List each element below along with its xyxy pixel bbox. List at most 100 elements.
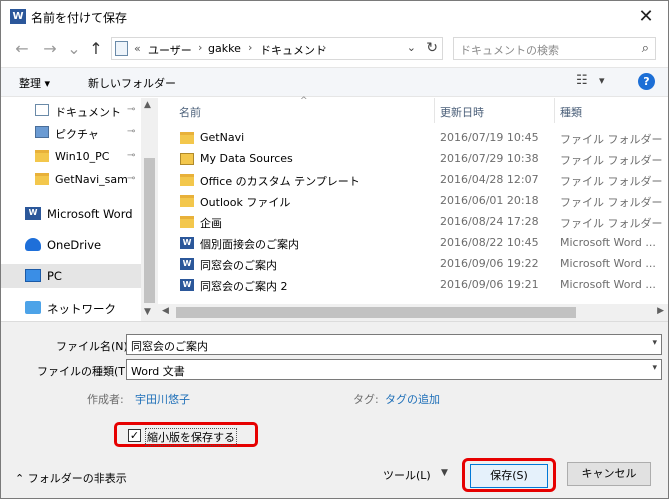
save-as-dialog: W 名前を付けて保存 ✕ ← → ⌄ ↑ « ユーザー › gakke › ドキ… <box>0 0 669 499</box>
nav-item-documents[interactable]: ドキュメント ⊸ <box>1 100 141 122</box>
new-folder-button[interactable]: 新しいフォルダー <box>88 75 176 91</box>
organize-button[interactable]: 整理 ▾ <box>19 75 50 91</box>
word-doc-icon: W <box>180 237 194 249</box>
address-chevron[interactable]: › <box>248 41 252 54</box>
address-bar[interactable]: « ユーザー › gakke › ドキュメント › ⌄ ↻ <box>111 37 443 60</box>
picture-icon <box>35 126 49 138</box>
address-segment-users[interactable]: ユーザー <box>148 42 192 58</box>
cancel-button[interactable]: キャンセル <box>567 462 651 486</box>
up-button[interactable]: ↑ <box>87 40 105 58</box>
filename-input[interactable]: 同窓会のご案内 ▾ <box>126 334 662 355</box>
file-row[interactable]: GetNavi 2016/07/19 10:45 ファイル フォルダー <box>158 128 668 149</box>
file-name: 個別面接会のご案内 <box>200 238 299 251</box>
scroll-thumb[interactable] <box>176 307 576 318</box>
file-type: ファイル フォルダー <box>560 154 663 167</box>
nav-item-pictures[interactable]: ピクチャ ⊸ <box>1 122 141 144</box>
view-dropdown-icon[interactable]: ▾ <box>599 74 605 87</box>
pin-icon: ⊸ <box>127 173 136 184</box>
back-button[interactable]: ← <box>13 40 31 58</box>
author-value[interactable]: 宇田川悠子 <box>135 391 190 407</box>
address-dropdown-icon[interactable]: ⌄ <box>407 41 416 54</box>
file-date: 2016/04/28 12:07 <box>440 173 539 186</box>
scroll-left-arrow-icon[interactable]: ◀ <box>162 306 169 316</box>
file-type: ファイル フォルダー <box>560 133 663 146</box>
help-icon[interactable]: ? <box>638 73 655 90</box>
file-date: 2016/06/01 20:18 <box>440 194 539 207</box>
scroll-thumb[interactable] <box>144 158 155 303</box>
folder-icon <box>35 150 49 162</box>
file-date: 2016/09/06 19:21 <box>440 278 539 291</box>
save-options-panel: ファイル名(N): 同窓会のご案内 ▾ ファイルの種類(T): Word 文書 … <box>1 321 668 498</box>
file-row[interactable]: W 同窓会のご案内 2016/09/06 19:22 Microsoft Wor… <box>158 254 668 275</box>
file-row[interactable]: Outlook ファイル 2016/06/01 20:18 ファイル フォルダー <box>158 191 668 212</box>
file-row[interactable]: 企画 2016/08/24 17:28 ファイル フォルダー <box>158 212 668 233</box>
save-thumbnail-highlight: ✓ 縮小版を保存する <box>114 422 258 447</box>
address-chevron[interactable]: › <box>322 41 326 54</box>
address-segment-documents[interactable]: ドキュメント <box>260 42 326 58</box>
file-date: 2016/08/24 17:28 <box>440 215 539 228</box>
address-segment-gakke[interactable]: gakke <box>208 42 241 55</box>
nav-pane-scrollbar[interactable]: ▲ ▼ <box>141 98 158 321</box>
filetype-value: Word 文書 <box>131 365 185 378</box>
recent-locations-button[interactable]: ⌄ <box>65 40 83 58</box>
save-thumbnail-label[interactable]: 縮小版を保存する <box>145 428 237 446</box>
nav-item-label: OneDrive <box>47 238 102 252</box>
scroll-right-arrow-icon[interactable]: ▶ <box>657 306 664 316</box>
column-header-date[interactable]: 更新日時 <box>440 104 484 129</box>
file-row[interactable]: Office のカスタム テンプレート 2016/04/28 12:07 ファイ… <box>158 170 668 191</box>
tools-dropdown-icon[interactable]: ▼ <box>441 468 448 478</box>
nav-item-label: ピクチャ <box>55 128 99 141</box>
file-name: 同窓会のご案内 2 <box>200 280 288 293</box>
file-row[interactable]: My Data Sources 2016/07/29 10:38 ファイル フォ… <box>158 149 668 170</box>
navigation-pane: ドキュメント ⊸ ピクチャ ⊸ Win10_PC ⊸ GetNavi_sampl… <box>1 98 158 321</box>
nav-item-getnavi-sample[interactable]: GetNavi_sample ⊸ <box>1 169 141 191</box>
search-icon[interactable]: ⌕ <box>642 41 649 56</box>
nav-item-microsoft-word[interactable]: W Microsoft Word <box>1 202 141 226</box>
command-bar: 整理 ▾ 新しいフォルダー ☷ ▾ ? <box>1 67 668 97</box>
documents-location-icon <box>115 41 128 56</box>
nav-item-network[interactable]: ネットワーク <box>1 296 141 320</box>
author-label: 作成者: <box>87 393 124 406</box>
word-app-icon: W <box>10 9 26 24</box>
chevron-down-icon[interactable]: ▾ <box>652 338 657 348</box>
forward-button[interactable]: → <box>41 40 59 58</box>
column-divider[interactable] <box>434 98 435 123</box>
nav-item-onedrive[interactable]: OneDrive <box>1 233 141 257</box>
folder-icon <box>35 173 49 185</box>
nav-item-label: ドキュメント <box>55 106 121 119</box>
pin-icon: ⊸ <box>127 126 136 137</box>
file-list-horizontal-scrollbar[interactable]: ◀ ▶ <box>158 304 668 321</box>
chevron-down-icon[interactable]: ▾ <box>652 363 657 373</box>
nav-item-label: GetNavi_sample <box>55 173 127 186</box>
address-overflow[interactable]: « <box>134 42 141 55</box>
close-button[interactable]: ✕ <box>634 5 658 29</box>
save-button[interactable]: 保存(S) <box>470 464 548 488</box>
view-options-icon[interactable]: ☷ <box>576 73 588 88</box>
word-doc-icon: W <box>180 279 194 291</box>
address-chevron[interactable]: › <box>198 41 202 54</box>
tools-button[interactable]: ツール(L) <box>383 467 431 483</box>
nav-item-win10pc[interactable]: Win10_PC ⊸ <box>1 146 141 168</box>
file-row[interactable]: W 同窓会のご案内 2 2016/09/06 19:21 Microsoft W… <box>158 275 668 296</box>
search-box[interactable]: ドキュメントの検索 ⌕ <box>453 37 656 60</box>
pc-icon <box>25 269 41 282</box>
folder-icon <box>180 195 194 207</box>
file-row[interactable]: W 個別面接会のご案内 2016/08/22 10:45 Microsoft W… <box>158 233 668 254</box>
scroll-up-arrow-icon[interactable]: ▲ <box>144 100 151 110</box>
filetype-select[interactable]: Word 文書 ▾ <box>126 359 662 380</box>
refresh-icon[interactable]: ↻ <box>426 40 438 56</box>
title-bar: W 名前を付けて保存 ✕ <box>1 1 668 33</box>
data-sources-folder-icon <box>180 153 194 165</box>
file-name: My Data Sources <box>200 152 293 165</box>
hide-folders-button[interactable]: ⌃ フォルダーの非表示 <box>15 470 127 486</box>
tags-value[interactable]: タグの追加 <box>385 391 440 407</box>
document-icon <box>35 104 49 116</box>
nav-item-pc[interactable]: PC <box>1 264 141 288</box>
column-header-type[interactable]: 種類 <box>560 104 582 129</box>
save-thumbnail-checkbox[interactable]: ✓ <box>128 429 141 442</box>
file-type: Microsoft Word ... <box>560 278 656 291</box>
column-header-name[interactable]: 名前 <box>179 104 201 129</box>
sort-ascending-icon: ^ <box>300 96 308 106</box>
scroll-down-arrow-icon[interactable]: ▼ <box>144 307 151 317</box>
column-divider[interactable] <box>554 98 555 123</box>
